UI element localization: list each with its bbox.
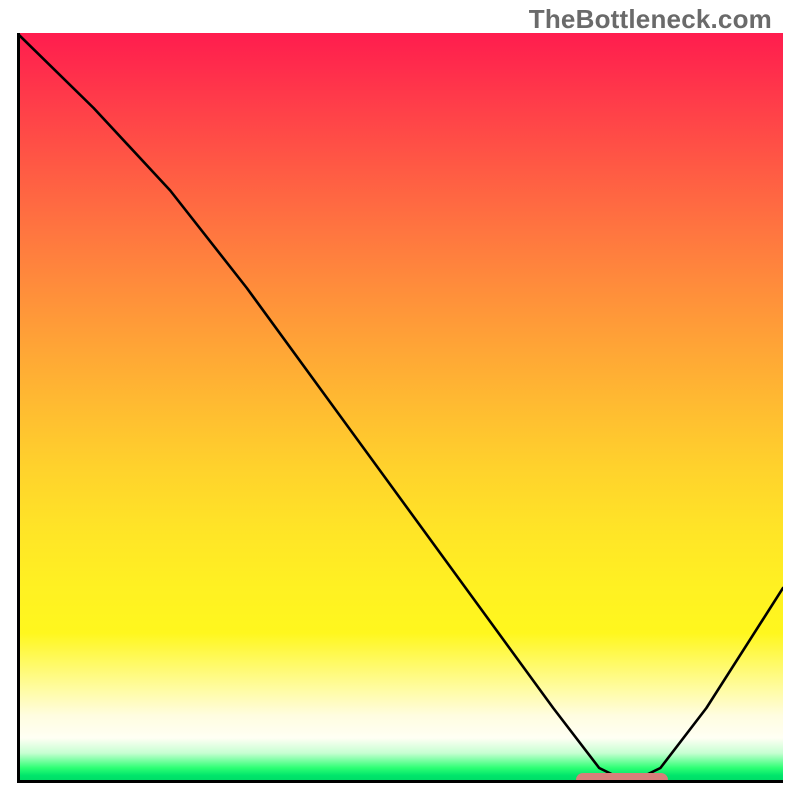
- watermark-text: TheBottleneck.com: [529, 4, 772, 35]
- chart-wrap: { "watermark": "TheBottleneck.com", "cha…: [0, 0, 800, 800]
- plot-area: [17, 33, 783, 783]
- curve-svg: [17, 33, 783, 783]
- optimal-marker: [576, 773, 668, 783]
- bottleneck-curve-path: [17, 33, 783, 783]
